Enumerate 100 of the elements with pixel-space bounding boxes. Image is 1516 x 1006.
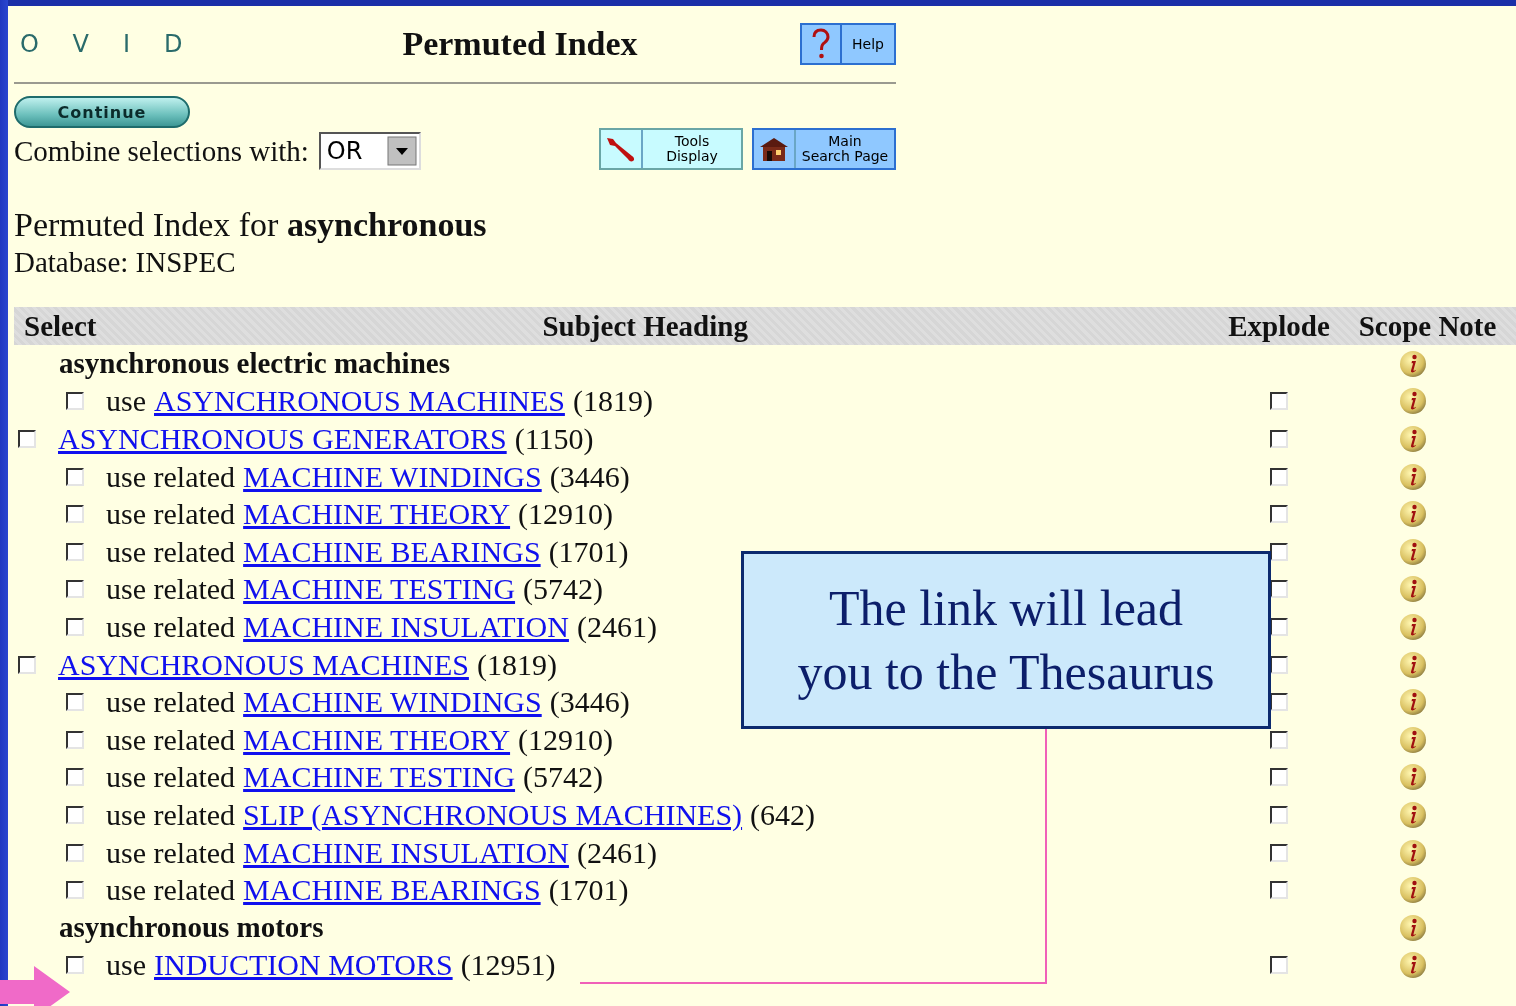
- checkbox[interactable]: [1270, 730, 1288, 749]
- combine-label: Combine selections with:: [14, 134, 309, 168]
- continue-button[interactable]: Continue: [14, 96, 190, 128]
- use-label: use related: [106, 760, 236, 795]
- checkbox[interactable]: [66, 843, 84, 862]
- info-icon[interactable]: [1398, 800, 1427, 829]
- use-label: use related: [106, 609, 236, 644]
- checkbox[interactable]: [1270, 467, 1288, 486]
- use-label: use: [106, 948, 146, 983]
- checkbox[interactable]: [66, 392, 84, 411]
- info-icon[interactable]: [1398, 349, 1427, 378]
- results-heading: Permuted Index for asynchronous: [14, 206, 488, 244]
- record-count: (1819): [572, 384, 653, 419]
- combine-dropdown[interactable]: OR: [318, 132, 421, 170]
- logo: OVID: [19, 30, 218, 58]
- checkbox[interactable]: [66, 467, 84, 486]
- checkbox[interactable]: [1270, 843, 1288, 862]
- use-label: use related: [106, 835, 236, 870]
- checkbox[interactable]: [1270, 805, 1288, 824]
- use-label: use: [106, 384, 146, 419]
- help-button[interactable]: Help: [800, 23, 896, 65]
- info-icon[interactable]: [1398, 387, 1427, 416]
- subject-link[interactable]: SLIP (ASYNCHRONOUS MACHINES): [243, 797, 743, 832]
- subject-link[interactable]: ASYNCHRONOUS MACHINES: [58, 647, 469, 682]
- subject-link[interactable]: MACHINE THEORY: [243, 722, 511, 757]
- callout-text: The link will lead: [828, 579, 1184, 638]
- info-icon[interactable]: [1398, 913, 1427, 942]
- checkbox[interactable]: [1270, 392, 1288, 411]
- callout-text: you to the Thesaurus: [797, 643, 1215, 702]
- database-label: Database: INSPEC: [14, 246, 237, 279]
- checkbox[interactable]: [66, 693, 84, 712]
- checkbox[interactable]: [66, 505, 84, 524]
- subject-link[interactable]: MACHINE TESTING: [243, 572, 516, 607]
- record-count: (1819): [476, 647, 557, 682]
- subject-link[interactable]: MACHINE TESTING: [243, 760, 516, 795]
- checkbox[interactable]: [1270, 542, 1288, 561]
- checkbox[interactable]: [18, 430, 36, 448]
- info-icon[interactable]: [1398, 537, 1427, 566]
- use-label: use related: [106, 572, 236, 607]
- main-search-button[interactable]: Main Search Page: [752, 128, 896, 170]
- use-label: use related: [106, 722, 236, 757]
- checkbox[interactable]: [66, 881, 84, 900]
- info-icon[interactable]: [1398, 951, 1427, 980]
- column-header: Select: [23, 309, 97, 343]
- column-header: Explode: [1228, 309, 1330, 343]
- term-heading: asynchronous motors: [59, 911, 324, 945]
- checkbox[interactable]: [18, 655, 36, 674]
- checkbox[interactable]: [66, 580, 84, 599]
- subject-link[interactable]: MACHINE BEARINGS: [243, 873, 541, 908]
- subject-link[interactable]: MACHINE BEARINGS: [243, 534, 541, 569]
- info-icon[interactable]: [1398, 838, 1427, 867]
- record-count: (3446): [549, 459, 630, 494]
- record-count: (5742): [523, 760, 604, 795]
- info-icon[interactable]: [1398, 876, 1427, 905]
- record-count: (2461): [576, 609, 657, 644]
- use-label: use related: [106, 873, 236, 908]
- column-header: Subject Heading: [542, 309, 748, 343]
- info-icon[interactable]: [1398, 688, 1427, 717]
- checkbox[interactable]: [66, 730, 84, 749]
- subject-link[interactable]: MACHINE WINDINGS: [243, 685, 542, 720]
- record-count: (5742): [523, 572, 604, 607]
- checkbox[interactable]: [66, 617, 84, 636]
- info-icon[interactable]: [1398, 763, 1427, 792]
- subject-link[interactable]: MACHINE INSULATION: [243, 609, 569, 644]
- info-icon[interactable]: [1398, 650, 1427, 679]
- checkbox[interactable]: [66, 805, 84, 824]
- use-label: use related: [106, 797, 236, 832]
- checkbox[interactable]: [1270, 768, 1288, 787]
- record-count: (642): [750, 797, 816, 832]
- page-title: Permuted Index: [401, 25, 639, 63]
- question-mark-icon: [811, 28, 831, 60]
- checkbox[interactable]: [1270, 505, 1288, 524]
- arrow-icon: [0, 966, 70, 1006]
- use-label: use related: [106, 497, 236, 532]
- checkbox[interactable]: [66, 956, 84, 975]
- checkbox[interactable]: [66, 542, 84, 561]
- info-icon[interactable]: [1398, 575, 1427, 604]
- record-count: (2461): [576, 835, 657, 870]
- record-count: (1701): [548, 534, 629, 569]
- record-count: (1701): [548, 873, 629, 908]
- info-icon[interactable]: [1398, 612, 1427, 641]
- checkbox[interactable]: [1270, 956, 1288, 975]
- tools-display-button[interactable]: Tools Display: [599, 128, 743, 170]
- subject-link[interactable]: MACHINE WINDINGS: [243, 459, 542, 494]
- info-icon[interactable]: [1398, 725, 1427, 754]
- checkbox[interactable]: [1270, 881, 1288, 900]
- checkbox[interactable]: [1270, 430, 1288, 448]
- subject-link[interactable]: ASYNCHRONOUS GENERATORS: [58, 422, 507, 456]
- info-icon[interactable]: [1398, 500, 1427, 529]
- record-count: (12910): [518, 497, 614, 532]
- subject-link[interactable]: INDUCTION MOTORS: [154, 948, 453, 983]
- checkbox[interactable]: [66, 768, 84, 787]
- info-icon[interactable]: [1398, 462, 1427, 491]
- info-icon[interactable]: [1398, 425, 1427, 453]
- subject-link[interactable]: ASYNCHRONOUS MACHINES: [154, 384, 565, 419]
- record-count: (12910): [518, 722, 614, 757]
- subject-link[interactable]: MACHINE INSULATION: [243, 835, 569, 870]
- subject-link[interactable]: MACHINE THEORY: [243, 497, 511, 532]
- record-count: (12951): [460, 948, 556, 983]
- record-count: (3446): [549, 685, 630, 720]
